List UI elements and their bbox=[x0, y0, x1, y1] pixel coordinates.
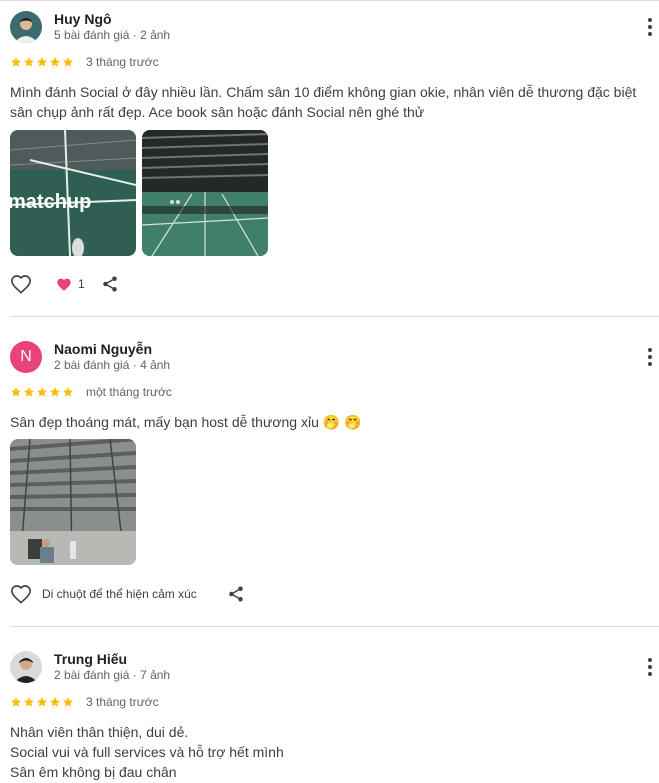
review-photo[interactable]: matchup bbox=[10, 130, 136, 256]
star-icon bbox=[11, 697, 21, 707]
heart-filled-icon bbox=[57, 278, 71, 291]
reviewer-name[interactable]: Huy Ngô bbox=[54, 11, 112, 27]
review-divider bbox=[10, 626, 659, 627]
reaction-count: 1 bbox=[78, 277, 85, 291]
like-button[interactable] bbox=[10, 274, 32, 294]
star-icon bbox=[63, 697, 73, 707]
like-button[interactable]: Di chuột để thể hiện cảm xúc bbox=[10, 584, 197, 604]
star-rating bbox=[10, 56, 74, 68]
star-icon bbox=[11, 57, 21, 67]
more-vert-icon bbox=[648, 658, 652, 662]
review-photo[interactable] bbox=[10, 439, 136, 565]
star-icon bbox=[37, 387, 47, 397]
heart-outline-icon bbox=[11, 275, 31, 294]
star-rating bbox=[10, 696, 74, 708]
share-icon bbox=[102, 276, 117, 292]
review-text-line: Sân êm không bị đau chân bbox=[10, 764, 177, 780]
star-icon bbox=[11, 387, 21, 397]
share-button[interactable] bbox=[227, 585, 245, 603]
reviewer-meta: 5 bài đánh giá · 2 ảnh bbox=[54, 28, 171, 42]
avatar[interactable] bbox=[10, 651, 42, 683]
review-time: 3 tháng trước bbox=[86, 695, 159, 709]
avatar[interactable] bbox=[10, 11, 42, 43]
avatar[interactable]: N bbox=[10, 341, 42, 373]
share-icon bbox=[229, 586, 243, 602]
more-options-button[interactable] bbox=[640, 15, 659, 39]
review-photo[interactable] bbox=[142, 130, 268, 256]
more-vert-icon bbox=[648, 348, 652, 352]
more-vert-icon bbox=[648, 18, 652, 22]
review-actions: Di chuột để thể hiện cảm xúc bbox=[10, 584, 245, 604]
heart-outline-icon bbox=[11, 585, 31, 604]
more-options-button[interactable] bbox=[640, 345, 659, 369]
star-icon bbox=[50, 387, 60, 397]
more-options-button[interactable] bbox=[640, 655, 659, 679]
star-icon bbox=[37, 697, 47, 707]
review-time: một tháng trước bbox=[86, 385, 172, 399]
star-icon bbox=[24, 697, 34, 707]
star-icon bbox=[63, 57, 73, 67]
reaction-summary[interactable]: 1 bbox=[56, 277, 85, 292]
reviewer-name[interactable]: Trung Hiếu bbox=[54, 651, 127, 667]
star-icon bbox=[37, 57, 47, 67]
review-actions: 1 bbox=[10, 274, 119, 294]
react-hint: Di chuột để thể hiện cảm xúc bbox=[42, 587, 197, 601]
reviewer-meta: 2 bài đánh giá · 4 ảnh bbox=[54, 358, 171, 372]
star-icon bbox=[24, 387, 34, 397]
top-divider bbox=[0, 0, 659, 1]
review-time: 3 tháng trước bbox=[86, 55, 159, 69]
reviewer-meta: 2 bài đánh giá · 7 ảnh bbox=[54, 668, 171, 682]
share-button[interactable] bbox=[101, 275, 119, 293]
review-text-line: Social vui và full services và hỗ trợ hế… bbox=[10, 744, 284, 760]
review-text: Mình đánh Social ở đây nhiều lần. Chấm s… bbox=[10, 84, 637, 120]
star-icon bbox=[63, 387, 73, 397]
star-icon bbox=[50, 697, 60, 707]
avatar-letter: N bbox=[20, 348, 32, 365]
review-divider bbox=[10, 316, 659, 317]
review-text: Nhân viên thân thiện, dui dẻ. Social vui… bbox=[10, 722, 640, 782]
review-text-line: Nhân viên thân thiện, dui dẻ. bbox=[10, 724, 189, 740]
star-rating bbox=[10, 386, 74, 398]
photo-logo-text: matchup bbox=[10, 191, 91, 213]
review-text: Sân đẹp thoáng mát, mấy bạn host dễ thươ… bbox=[10, 414, 362, 430]
star-icon bbox=[50, 57, 60, 67]
reviewer-name[interactable]: Naomi Nguyễn bbox=[54, 341, 152, 357]
star-icon bbox=[24, 57, 34, 67]
